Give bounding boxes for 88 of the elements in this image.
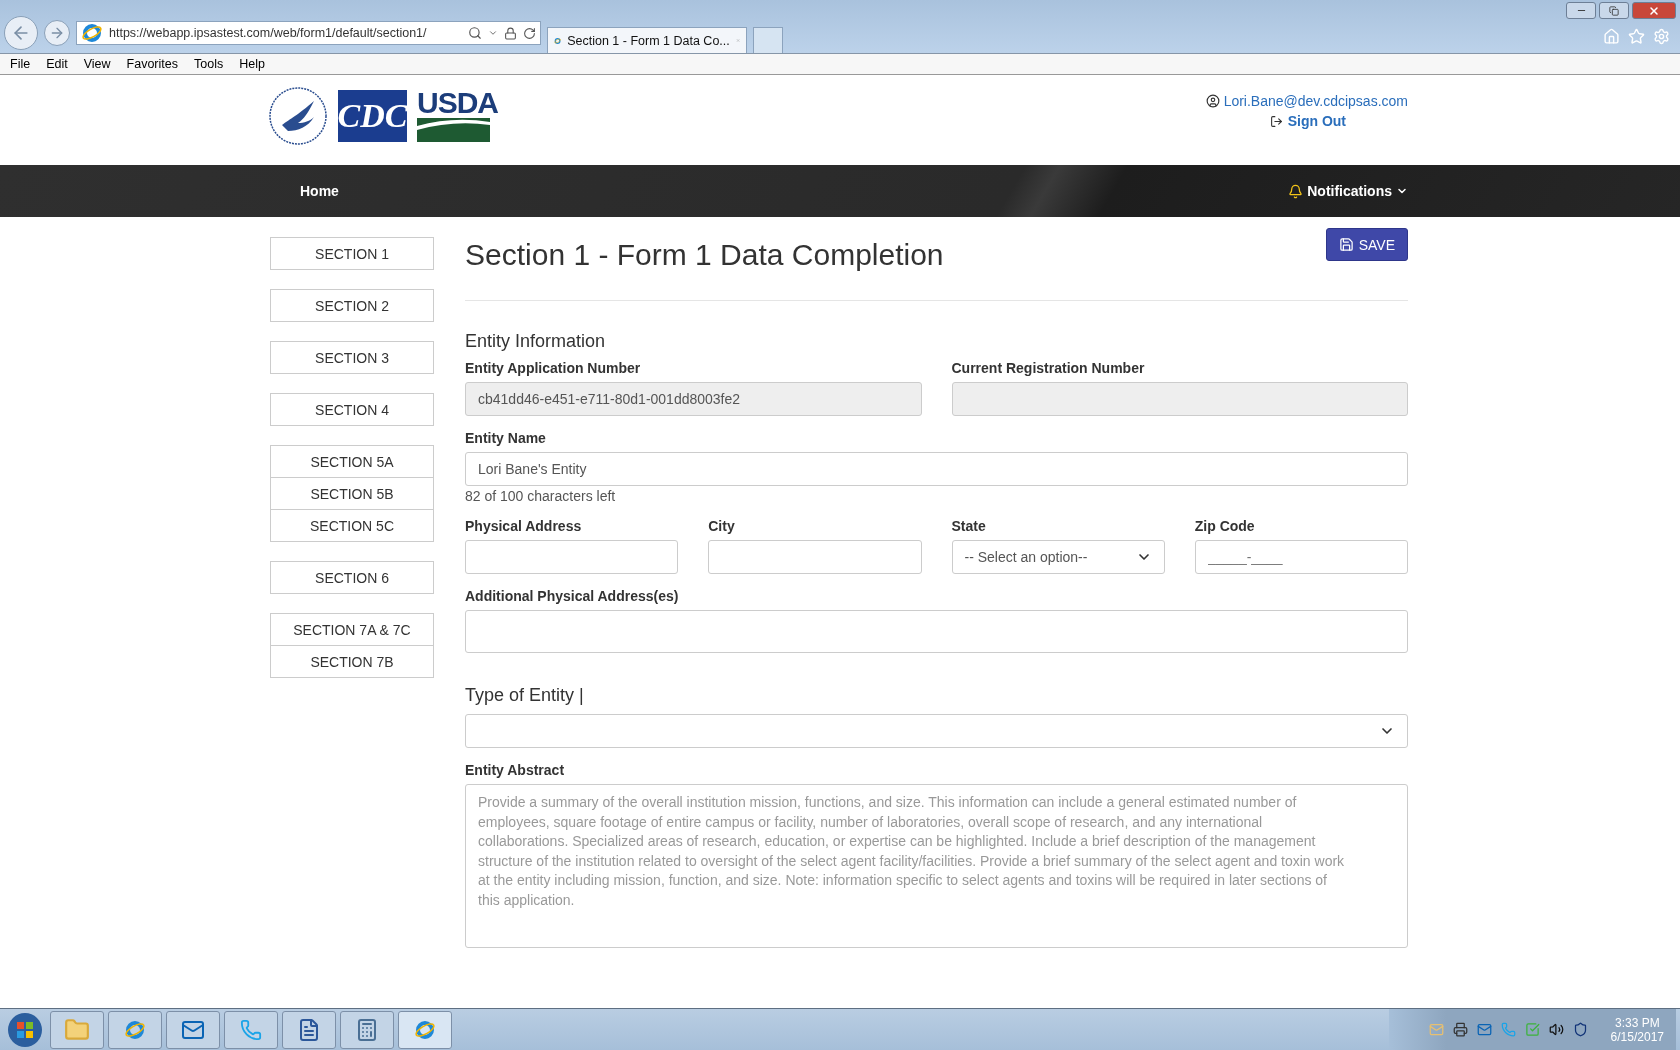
settings-icon[interactable] bbox=[1653, 28, 1670, 45]
address-bar[interactable]: https://webapp.ipsastest.com/web/form1/default/section1/ bbox=[76, 21, 541, 45]
section-button[interactable]: SECTION 5C bbox=[270, 509, 434, 542]
section-button[interactable]: SECTION 1 bbox=[270, 237, 434, 270]
bell-icon bbox=[1288, 183, 1304, 199]
folder-icon bbox=[64, 1016, 90, 1043]
mail-icon[interactable] bbox=[1428, 1022, 1444, 1037]
calculator-taskbar-button[interactable] bbox=[340, 1010, 394, 1049]
refresh-icon[interactable] bbox=[523, 26, 536, 40]
menu-item[interactable]: View bbox=[83, 57, 111, 71]
notifications-menu[interactable]: Notifications bbox=[1288, 183, 1408, 199]
shield-icon[interactable] bbox=[1572, 1022, 1588, 1037]
url-text: https://webapp.ipsastest.com/web/form1/default/section1/ bbox=[109, 26, 428, 40]
field-label: Additional Physical Address(es) bbox=[465, 588, 680, 604]
tab-title: Section 1 - Form 1 Data Co... bbox=[567, 33, 730, 48]
menu-item[interactable]: Favorites bbox=[126, 57, 178, 71]
speaker-icon[interactable] bbox=[1548, 1022, 1564, 1037]
field-label: State bbox=[951, 518, 987, 534]
field-label: Entity Abstract bbox=[465, 762, 566, 778]
menu-item[interactable]: Edit bbox=[46, 57, 68, 71]
close-icon bbox=[1648, 4, 1660, 17]
minimize-button[interactable] bbox=[1566, 2, 1596, 19]
browser-tab[interactable]: Section 1 - Form 1 Data Co... bbox=[547, 27, 747, 53]
home-icon[interactable] bbox=[1603, 28, 1620, 45]
menu-item[interactable]: File bbox=[10, 57, 31, 71]
seal-icon bbox=[268, 85, 328, 147]
phone-taskbar-button[interactable] bbox=[224, 1010, 278, 1049]
star-icon[interactable] bbox=[1628, 28, 1645, 45]
section-button[interactable]: SECTION 2 bbox=[270, 289, 434, 322]
field-label: Current Registration Number bbox=[951, 360, 1146, 376]
caret-icon[interactable] bbox=[488, 28, 498, 38]
field-label: City bbox=[708, 518, 736, 534]
section-button[interactable]: SECTION 7A & 7C bbox=[270, 613, 434, 646]
section-button[interactable]: SECTION 6 bbox=[270, 561, 434, 594]
windows-logo-icon bbox=[6, 1010, 44, 1049]
calculator-icon bbox=[355, 1017, 379, 1042]
mail-icon[interactable] bbox=[1476, 1022, 1492, 1037]
document-icon bbox=[297, 1017, 321, 1042]
field-label: Entity Application Number bbox=[465, 360, 642, 376]
printer-icon[interactable] bbox=[1452, 1022, 1468, 1037]
lock-icon bbox=[504, 26, 517, 40]
section-heading: Entity Information bbox=[465, 331, 607, 352]
input-field[interactable]: _____-____ bbox=[1194, 540, 1408, 574]
search-icon[interactable] bbox=[468, 26, 482, 40]
page-title: Section 1 - Form 1 Data Completion bbox=[465, 238, 944, 272]
menu-item[interactable]: Help bbox=[239, 57, 265, 71]
home-link[interactable]: Home bbox=[300, 183, 339, 199]
input-field[interactable]: Lori Bane's Entity bbox=[465, 452, 1408, 486]
explorer-taskbar-button[interactable] bbox=[50, 1010, 104, 1049]
browser-taskbar-button[interactable] bbox=[398, 1010, 452, 1049]
fields-icon bbox=[417, 118, 490, 142]
menu-item[interactable]: Tools bbox=[194, 57, 224, 71]
select-value: -- Select an option-- bbox=[964, 549, 1088, 565]
field-label: Type of Entity | bbox=[465, 685, 585, 706]
section-button[interactable]: SECTION 4 bbox=[270, 393, 434, 426]
section-button[interactable]: SECTION 7B bbox=[270, 645, 434, 678]
new-tab-button[interactable] bbox=[753, 27, 783, 53]
field-label: Physical Address bbox=[465, 518, 583, 534]
check-icon[interactable] bbox=[1524, 1022, 1540, 1037]
phone-icon bbox=[240, 1018, 262, 1041]
browser-taskbar-button[interactable] bbox=[108, 1010, 162, 1049]
section-button[interactable]: SECTION 5B bbox=[270, 477, 434, 510]
user-email-link[interactable]: Lori.Bane@dev.cdcipsas.com bbox=[1205, 93, 1408, 109]
arrow-right-icon bbox=[49, 25, 65, 41]
forward-button[interactable] bbox=[44, 20, 70, 46]
select-field[interactable] bbox=[465, 714, 1408, 748]
close-button[interactable] bbox=[1632, 2, 1676, 19]
field-label: Entity Name bbox=[465, 430, 547, 446]
input-field[interactable] bbox=[708, 540, 922, 574]
helper-text: 82 of 100 characters left bbox=[465, 488, 617, 504]
logo: CDC bbox=[338, 90, 407, 142]
logo-text: USDA bbox=[417, 88, 498, 118]
field-label: Zip Code bbox=[1194, 518, 1256, 534]
select-field[interactable]: -- Select an option-- bbox=[951, 540, 1165, 574]
save-button[interactable]: SAVE bbox=[1325, 228, 1408, 261]
back-button[interactable] bbox=[4, 16, 38, 50]
mail-taskbar-button[interactable] bbox=[166, 1010, 220, 1049]
document-taskbar-button[interactable] bbox=[282, 1010, 336, 1049]
section-button[interactable]: SECTION 3 bbox=[270, 341, 434, 374]
section-button[interactable]: SECTION 5A bbox=[270, 445, 434, 478]
restore-button[interactable] bbox=[1599, 2, 1629, 19]
user-icon bbox=[1205, 94, 1220, 108]
sign-out-icon bbox=[1269, 114, 1283, 128]
restore-icon bbox=[1609, 5, 1619, 16]
input-field[interactable] bbox=[465, 540, 679, 574]
textarea-field[interactable] bbox=[465, 610, 1408, 653]
sign-out-link[interactable]: Sign Out bbox=[1269, 113, 1346, 129]
textarea-field[interactable]: Provide a summary of the overall institution mission, functions, and size. This information can include a general estimated number of employees, square footage of entire campus or facility, number of laboratories, overall scope of research, and any international collaborations. Specialized areas of research, education, or expertise can be highlighted. Include a brief description of the management structure of the institution related to oversight of the select agent facility/facilities. Provide a brief summary of the select agent and toxin work at the entity including mission, function, and size. Note: information specific to select agents and toxins will be required in later sections of this application. bbox=[465, 784, 1408, 948]
